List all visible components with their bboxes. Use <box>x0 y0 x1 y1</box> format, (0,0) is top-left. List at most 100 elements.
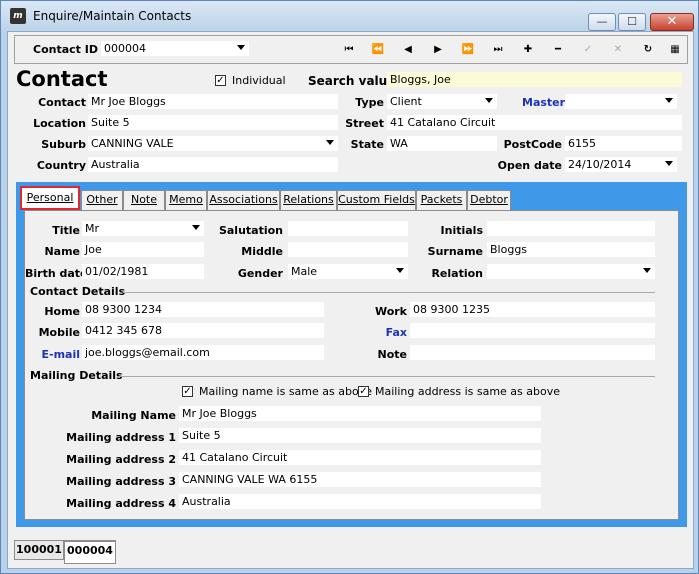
mailing-name-field[interactable]: Mr Joe Bloggs <box>179 406 541 421</box>
open-date-label: Open date <box>497 159 562 172</box>
salutation-field[interactable] <box>288 221 408 236</box>
contact-id-label: Contact ID <box>33 43 98 56</box>
title-value: Mr <box>85 222 100 235</box>
home-field[interactable]: 08 9300 1234 <box>82 302 324 317</box>
note-field[interactable] <box>410 345 655 360</box>
gender-select[interactable]: Male <box>288 264 408 279</box>
initials-field[interactable] <box>487 221 655 236</box>
prev-page-icon[interactable]: ⏪ <box>368 42 388 58</box>
mailing-address-4-label: Mailing address 4 <box>66 497 176 510</box>
title-label: Title <box>52 224 80 237</box>
chevron-down-icon <box>192 225 200 230</box>
contact-field[interactable]: Mr Joe Bloggs <box>88 94 338 109</box>
cancel-icon[interactable]: ✕ <box>608 42 628 58</box>
tab-relations[interactable]: Relations <box>280 190 337 210</box>
street-field[interactable]: 41 Catalano Circuit <box>387 115 682 130</box>
app-window: m Enquire/Maintain Contacts — ☐ ✕ Contac… <box>0 0 699 574</box>
maximize-button[interactable]: ☐ <box>618 13 646 31</box>
personal-panel: Title Mr Salutation Initials Name Joe Mi… <box>24 210 679 520</box>
mailing-details-divider <box>117 376 655 377</box>
state-field[interactable]: WA <box>387 136 497 151</box>
mailing-address-4-field[interactable]: Australia <box>179 494 541 509</box>
tab-personal[interactable]: Personal <box>20 186 80 210</box>
mobile-field[interactable]: 0412 345 678 <box>82 323 324 338</box>
country-field[interactable]: Australia <box>88 157 338 172</box>
record-tab-100001[interactable]: 100001 <box>14 540 64 560</box>
chevron-down-icon <box>485 98 493 103</box>
tab-custom-fields[interactable]: Custom Fields <box>337 190 416 210</box>
home-label: Home <box>44 305 80 318</box>
gender-label: Gender <box>237 267 283 280</box>
tab-note[interactable]: Note <box>123 190 165 210</box>
search-value-field[interactable]: Bloggs, Joe <box>387 72 682 87</box>
tab-associations[interactable]: Associations <box>207 190 280 210</box>
name-label: Name <box>44 245 80 258</box>
relation-label: Relation <box>431 267 483 280</box>
note-label: Note <box>377 348 407 361</box>
first-record-icon[interactable]: ⏮ <box>339 42 359 58</box>
master-select[interactable] <box>565 94 677 109</box>
add-icon[interactable]: ✚ <box>518 42 538 58</box>
tab-packets[interactable]: Packets <box>416 190 467 210</box>
mailing-address-2-field[interactable]: 41 Catalano Circuit <box>179 450 541 465</box>
master-label[interactable]: Master <box>522 96 565 109</box>
work-field[interactable]: 08 9300 1235 <box>410 302 655 317</box>
contact-id-select[interactable]: 000004 <box>101 41 249 56</box>
birth-date-label: Birth date <box>25 267 88 280</box>
individual-label: Individual <box>232 74 286 87</box>
email-field[interactable]: joe.bloggs@email.com <box>82 345 324 360</box>
refresh-icon[interactable]: ↻ <box>638 42 658 58</box>
last-record-icon[interactable]: ⏭ <box>488 42 508 58</box>
same-name-label: Mailing name is same as above <box>199 385 372 398</box>
suburb-select[interactable]: CANNING VALE <box>88 136 338 151</box>
same-name-checkbox[interactable]: ✓ <box>182 386 193 397</box>
type-value: Client <box>390 95 422 108</box>
chevron-down-icon <box>396 268 404 273</box>
chevron-down-icon <box>237 45 245 50</box>
birth-date-field[interactable]: 01/02/1981 <box>82 264 204 279</box>
check-icon: ✓ <box>359 386 368 397</box>
individual-checkbox[interactable]: ✓ <box>215 75 226 86</box>
open-date-picker[interactable]: 24/10/2014 <box>565 157 677 172</box>
suburb-label: Suburb <box>41 138 86 151</box>
chevron-down-icon <box>665 161 673 166</box>
title-select[interactable]: Mr <box>82 221 204 236</box>
tab-other[interactable]: Other <box>81 190 123 210</box>
tab-memo[interactable]: Memo <box>165 190 207 210</box>
middle-field[interactable] <box>288 242 408 257</box>
next-record-icon[interactable]: ▶ <box>428 42 448 58</box>
window-title: Enquire/Maintain Contacts <box>33 9 192 23</box>
relation-select[interactable] <box>487 264 655 279</box>
check-icon: ✓ <box>216 75 225 86</box>
mailing-address-1-field[interactable]: Suite 5 <box>179 428 541 443</box>
report-icon[interactable]: ▦ <box>665 42 685 58</box>
email-label[interactable]: E-mail <box>25 348 80 361</box>
prev-record-icon[interactable]: ◀ <box>398 42 418 58</box>
mailing-address-1-label: Mailing address 1 <box>66 431 176 444</box>
chevron-down-icon <box>643 268 651 273</box>
minimize-button[interactable]: — <box>588 13 616 31</box>
same-address-checkbox[interactable]: ✓ <box>358 386 369 397</box>
fax-field[interactable] <box>410 323 655 338</box>
save-icon[interactable]: ✓ <box>578 42 598 58</box>
close-button[interactable]: ✕ <box>650 13 694 31</box>
page-title: Contact <box>16 67 108 91</box>
contact-details-divider <box>123 292 655 293</box>
postcode-field[interactable]: 6155 <box>565 136 682 151</box>
mailing-address-3-field[interactable]: CANNING VALE WA 6155 <box>179 472 541 487</box>
location-field[interactable]: Suite 5 <box>88 115 338 130</box>
middle-label: Middle <box>241 245 283 258</box>
contact-details-heading: Contact Details <box>30 285 126 298</box>
next-page-icon[interactable]: ⏩ <box>458 42 478 58</box>
location-label: Location <box>33 117 86 130</box>
tab-debtor[interactable]: Debtor <box>467 190 511 210</box>
record-toolbar: Contact ID 000004 ⏮ ⏪ ◀ ▶ ⏩ ⏭ ✚ ━ ✓ ✕ ↻ … <box>14 35 688 64</box>
suburb-value: CANNING VALE <box>91 137 174 150</box>
delete-icon[interactable]: ━ <box>548 42 568 58</box>
contact-label: Contact <box>38 96 86 109</box>
record-tab-000004[interactable]: 000004 <box>64 540 116 564</box>
type-select[interactable]: Client <box>387 94 497 109</box>
fax-label[interactable]: Fax <box>325 326 407 339</box>
surname-field[interactable]: Bloggs <box>487 242 655 257</box>
name-field[interactable]: Joe <box>82 242 204 257</box>
